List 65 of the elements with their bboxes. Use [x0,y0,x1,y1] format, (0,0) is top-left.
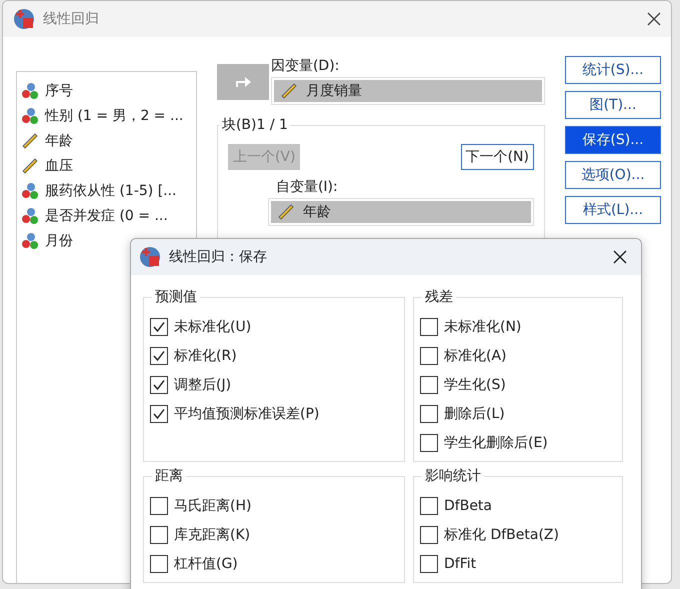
dialog-button[interactable]: 选项(O)... [565,161,661,189]
checkbox[interactable] [150,496,168,514]
nominal-icon [21,106,39,124]
checkbox[interactable] [420,434,438,452]
option-label: 学生化(S) [444,376,506,394]
dialog-button[interactable]: 图(T)... [565,91,661,119]
checkbox[interactable] [420,526,438,544]
option-label: DfFit [444,556,476,572]
variable-item[interactable]: 血压 [21,153,192,178]
nominal-icon [21,232,39,250]
checkbox[interactable] [150,554,168,572]
app-icon [139,246,161,268]
nominal-icon [21,82,39,100]
variable-item[interactable]: 序号 [21,78,192,103]
checkbox[interactable] [420,376,438,394]
ruler-icon [21,132,39,150]
variable-item[interactable]: 性别 (1 = 男，2 = ... [21,103,192,128]
variable-item[interactable]: 是否并发症 (0 = ... [21,203,192,228]
checkbox[interactable] [150,346,168,364]
arrow-icon [234,75,252,89]
next-button[interactable]: 下一个(N) [460,144,534,170]
option-label: 杠杆值(G) [174,554,238,572]
group-title: 预测值 [152,288,200,306]
nominal-icon [21,182,39,200]
window-title: 线性回归 [43,10,100,28]
dialog-button[interactable]: 保存(S)... [565,126,661,154]
checkbox[interactable] [420,318,438,336]
group-title: 影响统计 [422,467,484,485]
checkbox[interactable] [420,554,438,572]
checkbox[interactable] [150,376,168,394]
option-label: 调整后(J) [174,376,232,394]
variable-item[interactable]: 服药依从性 (1-5) [... [21,178,192,203]
ruler-icon [280,82,298,100]
option-label: DfBeta [444,498,492,514]
block-label: 块(B)1 / 1 [220,116,290,134]
option-label: 平均值预测标准误差(P) [174,404,320,422]
checkbox[interactable] [420,496,438,514]
option-label: 标准化(R) [174,346,237,364]
variable-item[interactable]: 年龄 [21,128,192,153]
checkbox[interactable] [420,346,438,364]
option-label: 未标准化(U) [174,318,252,336]
checkbox[interactable] [150,526,168,544]
option-label: 学生化删除后(E) [444,434,548,452]
option-label: 未标准化(N) [444,318,522,336]
dependent-label: 因变量(D): [270,57,340,75]
nominal-icon [21,206,39,224]
ruler-icon [21,156,39,174]
checkbox[interactable] [420,404,438,422]
app-icon [13,8,35,30]
independent-label: 自变量(I): [276,178,339,196]
ruler-icon [276,203,295,221]
close-icon[interactable] [647,12,661,26]
dialog-button[interactable]: 统计(S)... [565,56,661,84]
dialog-title: 线性回归：保存 [169,248,268,266]
option-label: 标准化(A) [444,346,507,364]
option-label: 删除后(L) [444,404,505,422]
group-title: 残差 [422,288,456,306]
close-icon[interactable] [613,250,627,264]
checkbox[interactable] [150,318,168,336]
dialog-button[interactable]: 样式(L)... [565,196,661,224]
checkbox[interactable] [150,404,168,422]
option-label: 马氏距离(H) [174,496,252,514]
option-label: 标准化 DfBeta(Z) [444,526,559,544]
group-title: 距离 [152,467,186,485]
option-label: 库克距离(K) [174,526,250,544]
